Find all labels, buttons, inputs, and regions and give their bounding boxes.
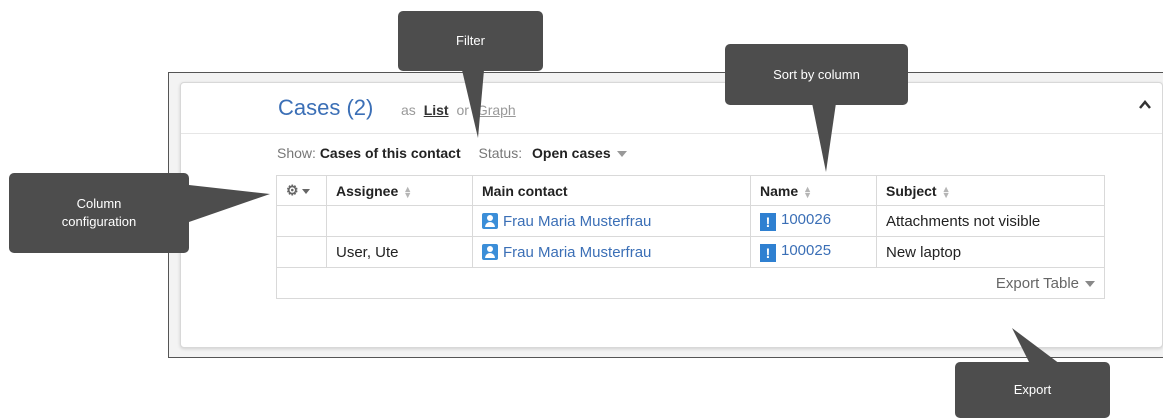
column-config-callout: Column configuration — [9, 173, 189, 253]
sort-callout-text: Sort by column — [773, 66, 860, 82]
export-callout-text: Export — [1013, 382, 1052, 397]
filter-callout-text: Filter — [456, 33, 485, 48]
export-callout: Export — [955, 362, 1110, 418]
filter-callout: Filter — [398, 11, 543, 71]
column-config-callout-line2: configuration — [61, 214, 137, 229]
column-config-callout-line1: Column — [76, 196, 122, 211]
sort-callout-tail — [812, 103, 836, 172]
filter-callout-tail — [462, 70, 484, 138]
export-callout-tail — [1012, 328, 1060, 364]
column-config-callout-tail — [189, 185, 270, 222]
sort-callout: Sort by column — [725, 44, 908, 105]
